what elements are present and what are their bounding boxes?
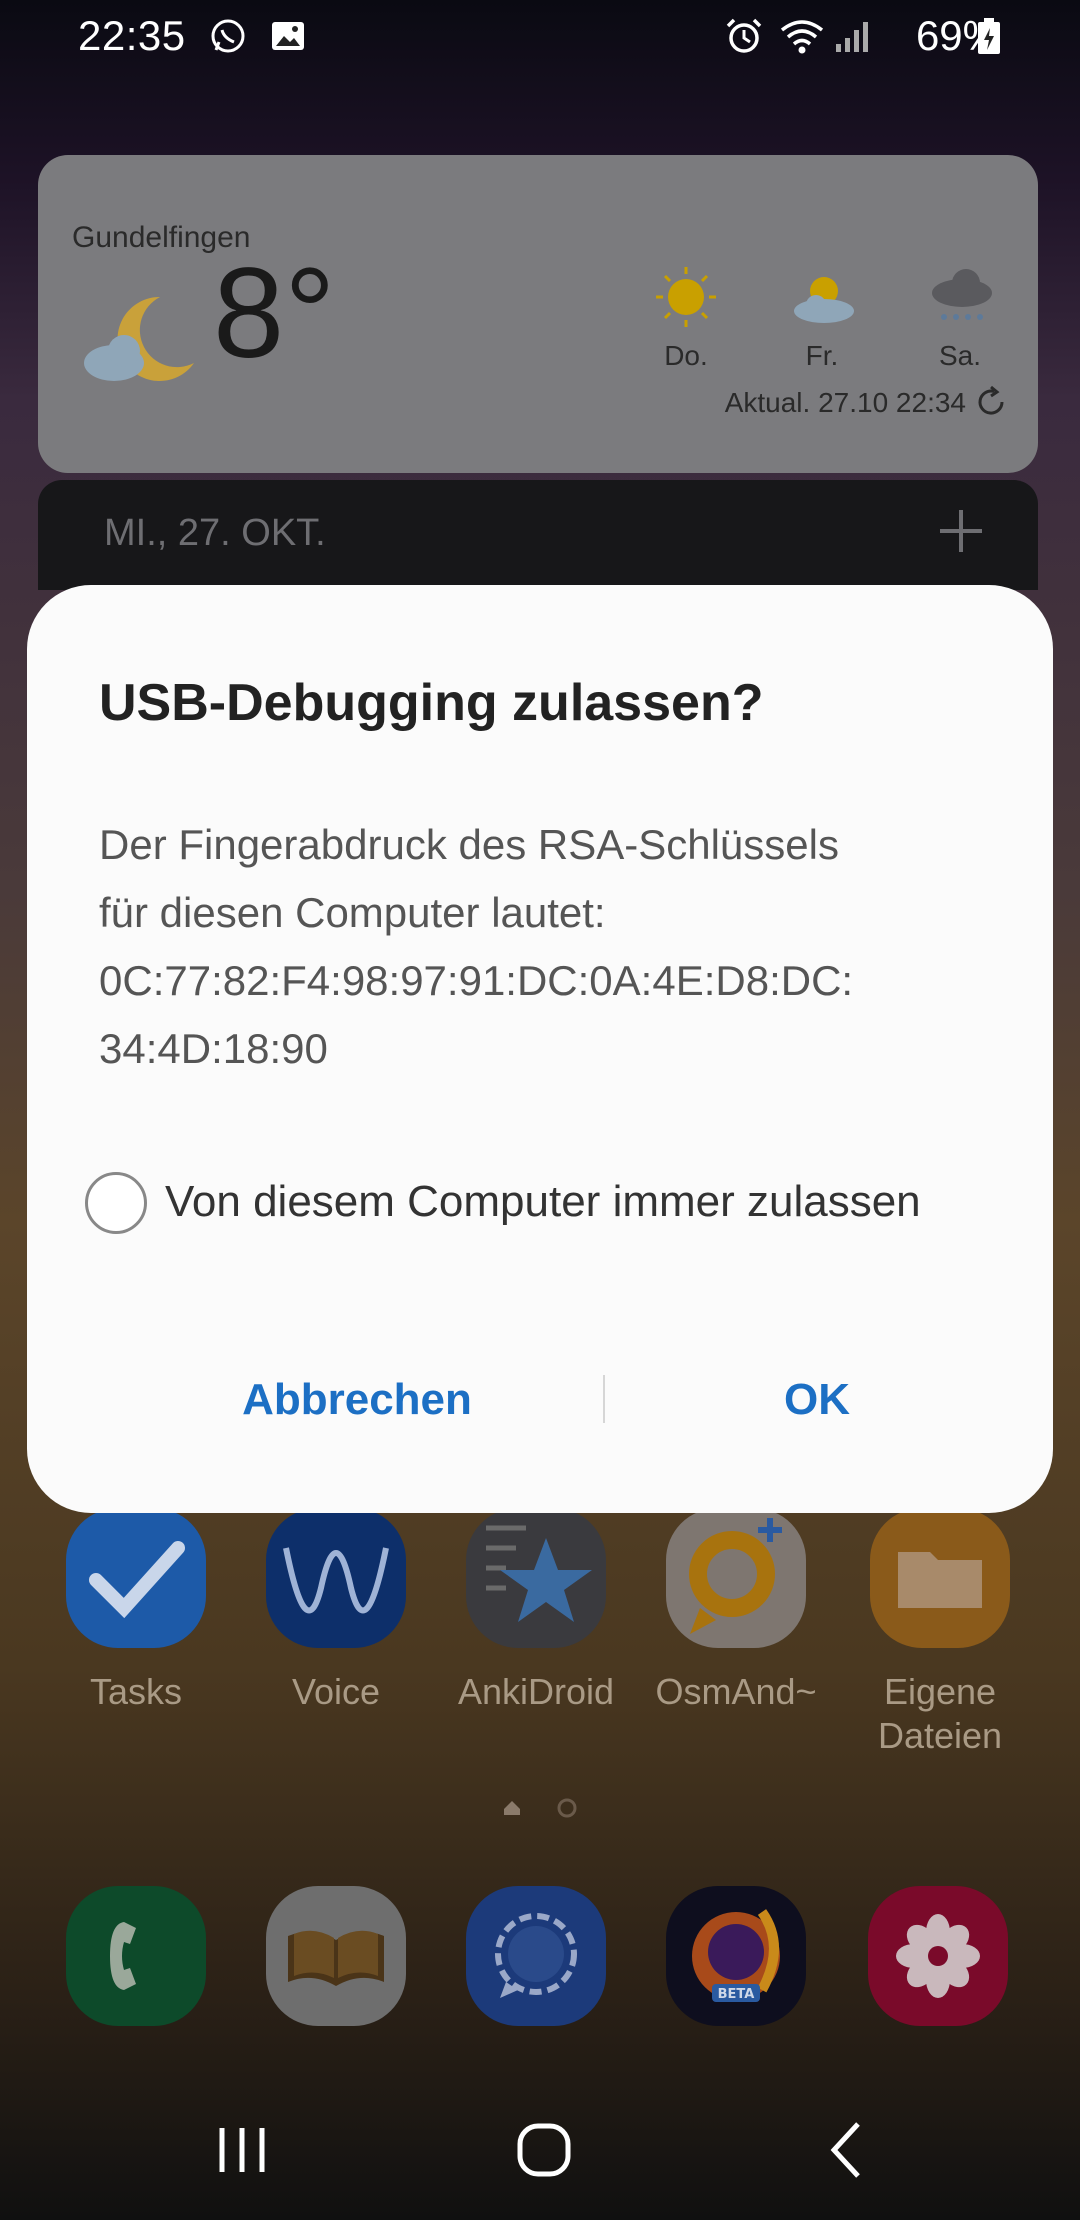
forecast-day-1: Do.	[664, 340, 708, 371]
recents-button[interactable]	[202, 2110, 282, 2190]
app-eigene-dateien[interactable]: Eigene Dateien	[850, 1508, 1030, 1758]
book-icon	[288, 1930, 384, 1986]
battery-icon	[978, 18, 1000, 54]
weather-update-time: Aktual. 27.10 22:34	[724, 387, 966, 418]
button-divider	[603, 1375, 605, 1423]
signal-messenger-icon	[495, 1913, 577, 1998]
rsa-fingerprint-line: 0C:77:82:F4:98:97:91:DC:0A:4E:D8:DC:	[99, 957, 854, 1004]
firefox-beta-icon: BETA	[692, 1909, 780, 2002]
phone-icon	[110, 1922, 136, 1990]
wifi-icon	[780, 20, 824, 54]
weather-widget[interactable]: Gundelfingen 8° Do. Fr. Sa. Aktual. 27.1…	[38, 155, 1038, 473]
folder-icon	[870, 1508, 1010, 1648]
dialog-title: USB-Debugging zulassen?	[99, 674, 764, 732]
calendar-date: MI., 27. OKT.	[104, 512, 326, 554]
forecast-day-2: Fr.	[805, 340, 839, 371]
navigation-bar	[0, 2070, 1080, 2220]
usb-debugging-dialog: USB-Debugging zulassen? Der Fingerabdruc…	[27, 585, 1053, 1513]
forecast-day-3: Sa.	[938, 340, 982, 371]
sun-icon	[656, 267, 716, 327]
dialog-message: Der Fingerabdruck des RSA-Schlüssels für…	[99, 811, 999, 1083]
cancel-button[interactable]: Abbrechen	[147, 1365, 567, 1435]
rsa-fingerprint-line: 34:4D:18:90	[99, 1025, 328, 1072]
tasks-icon	[66, 1508, 206, 1648]
dialog-message-line: Der Fingerabdruck des RSA-Schlüssels	[99, 821, 839, 868]
image-icon	[272, 22, 304, 50]
app-label: OsmAnd~	[655, 1671, 817, 1712]
partly-cloudy-icon	[794, 277, 854, 323]
dock-signal[interactable]	[466, 1886, 606, 2026]
app-ankidroid[interactable]: AnkiDroid	[446, 1508, 626, 1714]
app-osmand[interactable]: OsmAnd~	[646, 1508, 826, 1714]
dock-phone[interactable]	[66, 1886, 206, 2026]
rain-icon	[932, 269, 992, 320]
whatsapp-icon	[211, 19, 245, 53]
moon-cloud-icon	[84, 296, 194, 381]
alarm-icon	[726, 18, 762, 53]
app-label: Eigene Dateien	[877, 1671, 1003, 1756]
dock-flower-app[interactable]	[868, 1886, 1008, 2026]
app-label: Tasks	[89, 1671, 183, 1712]
weather-temperature: 8°	[213, 242, 336, 385]
app-label: AnkiDroid	[457, 1671, 615, 1712]
ok-button[interactable]: OK	[647, 1365, 987, 1435]
home-button[interactable]	[504, 2110, 584, 2190]
dialog-message-line: für diesen Computer lautet:	[99, 889, 606, 936]
status-bar: 22:35 69%	[0, 0, 1080, 72]
signal-icon	[836, 22, 868, 52]
app-label: Voice	[291, 1671, 381, 1712]
voice-icon	[266, 1508, 406, 1648]
page-indicator	[504, 1798, 577, 1818]
add-event-icon[interactable]	[936, 506, 986, 556]
always-allow-label[interactable]: Von diesem Computer immer zulassen	[165, 1177, 921, 1227]
app-tasks[interactable]: Tasks	[46, 1508, 226, 1714]
always-allow-checkbox[interactable]	[85, 1172, 147, 1234]
dock-book[interactable]	[266, 1886, 406, 2026]
dock-firefox-beta[interactable]: BETA	[666, 1886, 806, 2026]
beta-badge: BETA	[718, 1987, 755, 2002]
calendar-widget[interactable]: MI., 27. OKT.	[38, 480, 1038, 590]
app-voice[interactable]: Voice	[246, 1508, 426, 1714]
flower-app-icon	[896, 1914, 980, 1998]
osmand-icon	[666, 1508, 806, 1648]
ankidroid-icon	[466, 1508, 606, 1648]
status-time: 22:35	[78, 12, 186, 59]
back-button[interactable]	[806, 2110, 886, 2190]
refresh-icon[interactable]	[974, 385, 1008, 419]
